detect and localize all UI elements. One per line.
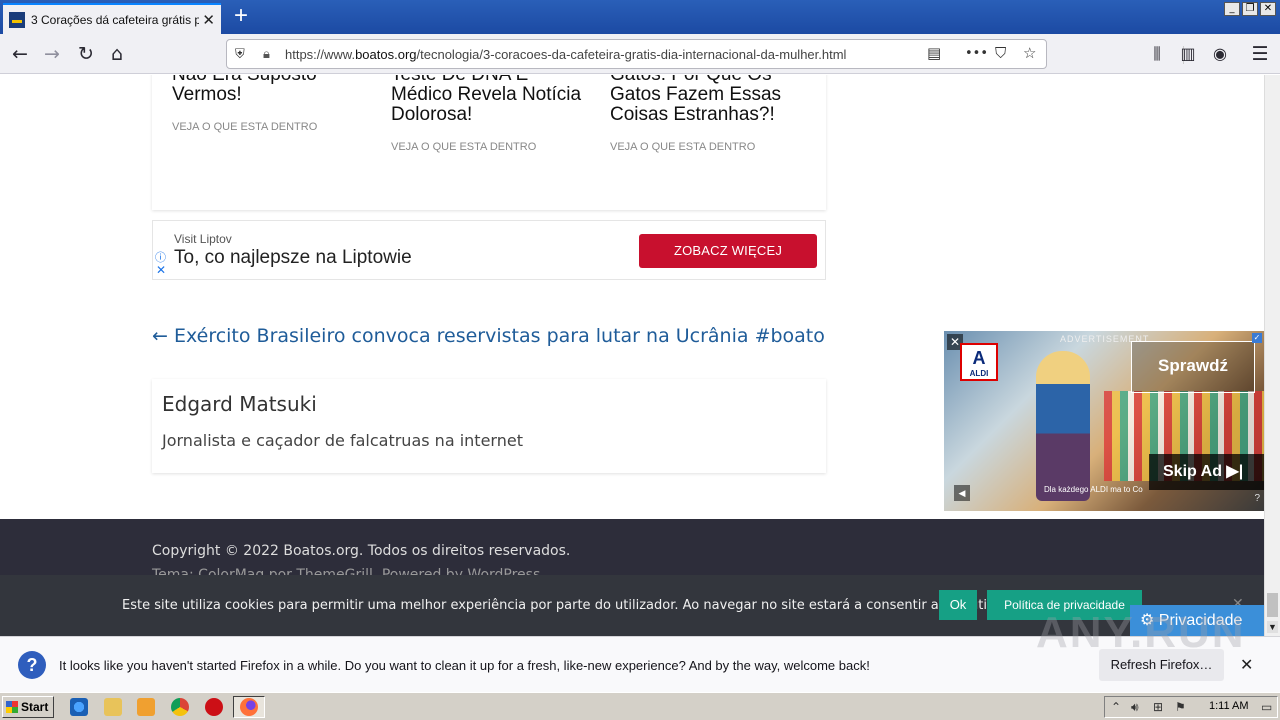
ad-banner[interactable]: ⓘ ✕ Visit Liptov To, co najlepsze na Lip… — [152, 220, 826, 280]
question-icon: ? — [18, 651, 46, 679]
related-item[interactable]: Gatos: Por Que Os Gatos Fazem Essas Cois… — [610, 75, 810, 153]
notification-text: It looks like you haven't started Firefo… — [59, 658, 870, 673]
ad-help-icon[interactable]: ? — [1254, 493, 1260, 504]
window-controls: _ ❐ ✕ — [1224, 2, 1276, 16]
related-item[interactable]: Teste De DNA E Médico Revela Notícia Dol… — [391, 75, 591, 153]
cookie-message: Este site utiliza cookies para permitir … — [122, 598, 1036, 613]
home-icon[interactable]: ⌂ — [103, 40, 131, 68]
page-actions-icon[interactable]: ••• — [965, 46, 988, 61]
system-tray: ⌃ 🔊︎ ⊞ ⚑ 1:11 AM ▭ — [1104, 696, 1278, 718]
aldi-logo-icon: ALDI — [960, 343, 998, 381]
explorer-folder-icon[interactable] — [104, 698, 122, 716]
account-icon[interactable]: ◉ — [1206, 40, 1234, 68]
related-posts-box: Não Era Suposto Vermos! VEJA O QUE ESTA … — [152, 75, 826, 210]
ad-check-button[interactable]: Sprawdź — [1131, 341, 1255, 393]
taskbar: Start ⌃ 🔊︎ ⊞ ⚑ 1:11 AM ▭ — [0, 692, 1280, 720]
related-title[interactable]: Gatos: Por Que Os Gatos Fazem Essas Cois… — [610, 75, 810, 125]
previous-post-link[interactable]: ← Exército Brasileiro convoca reservista… — [152, 325, 825, 347]
related-subtitle: VEJA O QUE ESTA DENTRO — [610, 141, 756, 153]
tab-title: 3 Corações dá cafeteira grátis por — [31, 12, 199, 27]
tray-expand-icon[interactable]: ⌃ — [1111, 700, 1121, 714]
related-title[interactable]: Teste De DNA E Médico Revela Notícia Dol… — [391, 75, 591, 125]
ad-video-figure — [1036, 351, 1090, 501]
tab-active[interactable]: 3 Corações dá cafeteira grátis por ✕ — [3, 3, 221, 34]
forward-icon[interactable]: → — [38, 40, 66, 68]
author-name: Edgard Matsuki — [162, 392, 317, 416]
ad-close-icon[interactable]: ✕ — [156, 263, 166, 277]
volume-icon[interactable]: 🔊︎ — [1131, 700, 1139, 715]
tracking-shield-icon[interactable]: ⛨ — [235, 46, 245, 62]
cookie-ok-button[interactable]: Ok — [939, 590, 977, 620]
ad-choices-icon[interactable]: ✓ — [1252, 333, 1262, 343]
scrollbar-thumb[interactable] — [1267, 593, 1278, 617]
tab-bar: 3 Corações dá cafeteira grátis por ✕ + _… — [0, 0, 1280, 34]
ad-sponsor: Visit Liptov — [174, 232, 232, 246]
restore-icon[interactable]: ❐ — [1242, 2, 1258, 16]
url-text[interactable]: https://www.boatos.org/tecnologia/3-cora… — [285, 47, 846, 62]
window-close-icon[interactable]: ✕ — [1260, 2, 1276, 16]
chrome-icon[interactable] — [171, 698, 189, 716]
skip-ad-button[interactable]: Skip Ad ▶| — [1149, 454, 1264, 490]
site-favicon-icon — [9, 11, 25, 28]
related-title[interactable]: Não Era Suposto Vermos! — [172, 75, 372, 105]
network-icon[interactable]: ⊞ — [1153, 700, 1163, 714]
author-bio: Jornalista e caçador de falcatruas na in… — [162, 431, 523, 450]
related-subtitle: VEJA O QUE ESTA DENTRO — [172, 121, 318, 133]
tab-close-icon[interactable]: ✕ — [202, 11, 215, 29]
related-item[interactable]: Não Era Suposto Vermos! VEJA O QUE ESTA … — [172, 75, 372, 133]
clock[interactable]: 1:11 AM — [1209, 700, 1249, 712]
author-box: Edgard Matsuki Jornalista e caçador de f… — [152, 379, 826, 473]
video-ad[interactable]: ADVERTISEMENT ✕ ALDI Sprawdź ✓ Skip Ad ▶… — [944, 331, 1264, 511]
start-button[interactable]: Start — [2, 696, 54, 718]
bookmark-star-icon[interactable]: ☆ — [1023, 44, 1036, 62]
watermark: ANY.RUN — [1036, 608, 1246, 657]
footer-site-link[interactable]: Boatos.org — [283, 543, 359, 559]
hamburger-menu-icon[interactable]: ☰ — [1246, 40, 1274, 68]
ad-cta-button[interactable]: ZOBACZ WIĘCEJ — [639, 234, 817, 268]
ad-headline[interactable]: To, co najlepsze na Liptowie — [174, 247, 412, 269]
mute-icon[interactable]: ◀ — [954, 485, 970, 501]
sidebar-icon[interactable]: ▥ — [1174, 40, 1202, 68]
reload-icon[interactable]: ↻ — [72, 40, 100, 68]
scroll-down-icon[interactable]: ▼ — [1267, 621, 1278, 633]
action-center-flag-icon[interactable]: ⚑ — [1175, 700, 1186, 714]
show-desktop-icon[interactable]: ▭ — [1261, 700, 1272, 714]
page-content: Não Era Suposto Vermos! VEJA O QUE ESTA … — [0, 75, 1264, 636]
library-icon[interactable]: ⫼ — [1143, 40, 1171, 68]
opera-icon[interactable] — [205, 698, 223, 716]
minimize-icon[interactable]: _ — [1224, 2, 1240, 16]
firefox-taskbar-button[interactable] — [233, 696, 265, 718]
page-scrollbar[interactable]: ▼ — [1264, 75, 1280, 636]
new-tab-button[interactable]: + — [228, 2, 254, 30]
nav-toolbar: ← → ↻ ⌂ ⛨ 🔒︎ https://www.boatos.org/tecn… — [0, 34, 1280, 74]
reader-view-icon[interactable]: ▤ — [927, 44, 941, 62]
footer-copyright: Copyright © 2022 Boatos.org. Todos os di… — [152, 543, 571, 559]
ad-caption: Dla każdego ALDI ma to Co — [1044, 485, 1143, 494]
url-bar[interactable]: ⛨ 🔒︎ https://www.boatos.org/tecnologia/3… — [226, 39, 1184, 69]
related-subtitle: VEJA O QUE ESTA DENTRO — [391, 141, 537, 153]
ie-icon[interactable] — [70, 698, 88, 716]
media-player-icon[interactable] — [137, 698, 155, 716]
lock-icon[interactable]: 🔒︎ — [263, 46, 270, 62]
pocket-icon[interactable]: ⛉ — [995, 44, 1006, 62]
back-icon[interactable]: ← — [6, 40, 34, 68]
firefox-icon — [240, 698, 258, 716]
